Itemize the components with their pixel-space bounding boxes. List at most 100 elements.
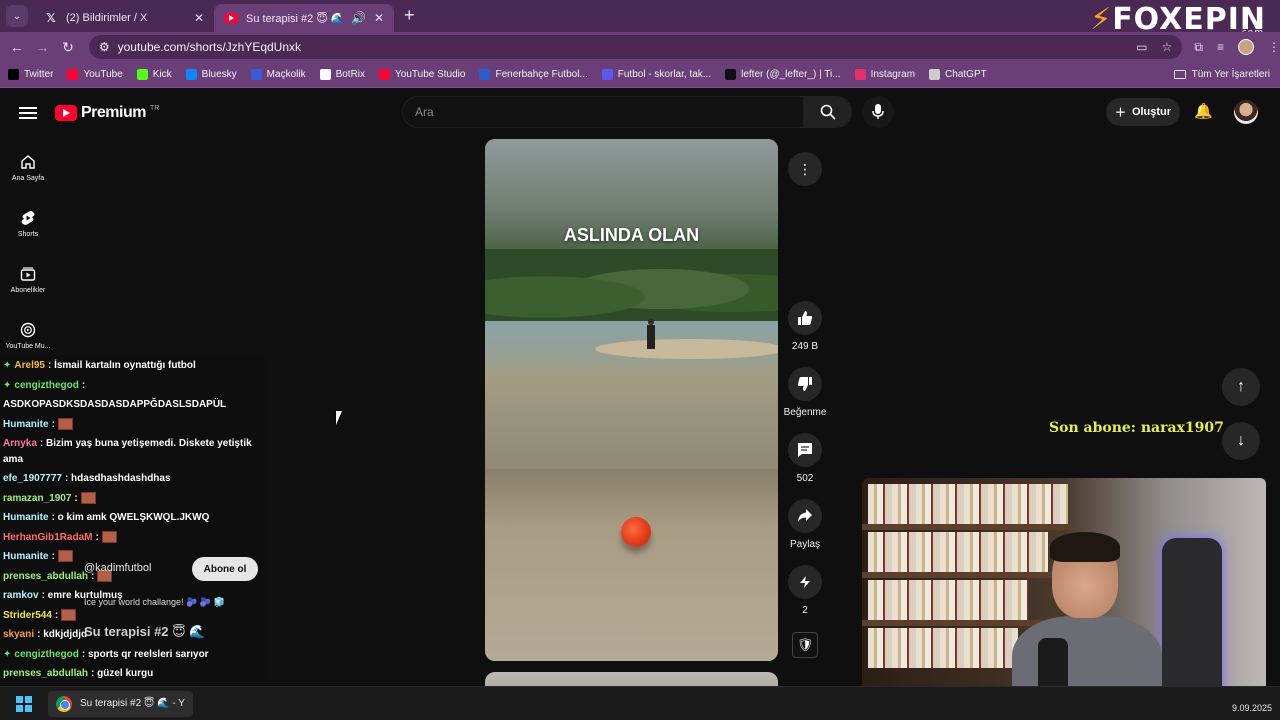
voice-search-button[interactable] <box>862 96 894 128</box>
bookmark-item[interactable]: Twitter <box>8 69 53 80</box>
chat-text: : kdkjdjdjd <box>37 629 88 640</box>
next-short-button[interactable]: ↓ <box>1222 422 1260 460</box>
short-channel-line[interactable]: @kadimfutbol <box>84 562 151 574</box>
bookmark-item[interactable]: Instagram <box>854 69 915 80</box>
browser-menu-icon[interactable]: ⋮ <box>1268 40 1280 54</box>
short-video-player[interactable]: ASLINDA OLAN <box>485 139 778 661</box>
chat-username: cengizthegod <box>14 648 79 660</box>
chat-emote <box>57 550 73 563</box>
sidebar-item-label: YouTube Mu... <box>5 343 51 350</box>
bookmark-item[interactable]: YouTube <box>67 69 123 80</box>
chat-username: Strider544 <box>3 609 52 621</box>
chat-username: prenses_abdullah <box>3 668 89 679</box>
sidebar-item-label: Abonelikler <box>10 287 46 294</box>
chat-badge-icon: ✦ <box>3 360 12 371</box>
chat-username: Arnyka <box>3 438 37 449</box>
short-music[interactable]: Ice your world challange! 🫐 🫐 🧊 <box>84 597 225 608</box>
bookmark-favicon-icon <box>67 69 79 80</box>
account-avatar[interactable] <box>1234 100 1258 124</box>
channel-name[interactable]: @kadimfutbol <box>84 562 151 574</box>
bookmark-item[interactable]: Maçkolik <box>250 69 306 80</box>
chat-username: ramazan_1907 <box>3 492 72 504</box>
back-arrow-icon[interactable]: ← <box>4 39 30 55</box>
taskbar-chrome-window[interactable]: Su terapisi #2 😇 🌊 - Y <box>48 690 193 717</box>
sidebar-item-subscriptions[interactable]: Abonelikler <box>0 252 56 308</box>
subscribe-button[interactable]: Abone ol <box>192 557 258 581</box>
audio-playing-icon[interactable]: 🔊 <box>351 11 366 25</box>
sidebar-item-home[interactable]: Ana Sayfa <box>0 140 56 196</box>
bookmark-label: lefter (@_lefter_) | Ti... <box>741 69 841 80</box>
bookmark-favicon-icon <box>725 69 737 80</box>
menu-icon[interactable] <box>19 107 37 119</box>
bookmark-item[interactable]: Kick <box>136 69 172 80</box>
chat-message: ✦ Arel95: İsmail kartalın oynattığı futbo… <box>3 356 263 376</box>
notifications-bell-icon[interactable]: 🔔 <box>1194 102 1213 120</box>
chat-message-continuation: ASDKOPASDKSDASDASDAPPĞDASLSDAPÜL <box>3 399 227 410</box>
chat-text: : İsmail kartalın oynattığı futbol <box>47 360 196 371</box>
chat-username: HerhanGib1RadaM <box>3 531 93 543</box>
previous-short-button[interactable]: ↑ <box>1222 368 1260 406</box>
reload-icon[interactable]: ↻ <box>55 39 81 56</box>
bookmark-item[interactable]: ChatGPT <box>929 69 987 80</box>
cast-icon[interactable]: ▭ <box>1136 40 1147 54</box>
new-tab-button[interactable]: + <box>404 5 415 26</box>
more-vert-icon: ⋮ <box>798 160 812 177</box>
arrow-down-icon: ↓ <box>1237 432 1245 449</box>
youtube-header: Premium TR Ara ＋ Oluştur 🔔 <box>0 90 1280 136</box>
bookmark-item[interactable]: BotRix <box>319 69 365 80</box>
tab-x-notifications[interactable]: 𝕏 (2) Bildirimler / X ✕ <box>34 4 214 32</box>
share-button[interactable]: Paylaş <box>782 499 828 550</box>
bookmark-item[interactable]: lefter (@_lefter_) | Ti... <box>725 69 841 80</box>
chat-text: : güzel kurgu <box>91 668 154 679</box>
comment-icon <box>798 443 812 457</box>
chat-emote <box>101 530 117 543</box>
youtube-premium-logo[interactable]: Premium TR <box>55 104 159 122</box>
close-tab-icon[interactable]: ✕ <box>194 11 204 25</box>
tab-search-button[interactable]: ⌄ <box>6 5 28 27</box>
all-bookmarks[interactable]: Tüm Yer İşaretleri <box>1173 69 1270 80</box>
search-input[interactable]: Ara <box>402 96 804 128</box>
close-tab-icon[interactable]: ✕ <box>374 11 384 25</box>
dislike-button[interactable]: Beğenme <box>782 367 828 418</box>
share-icon <box>798 509 812 522</box>
chat-badge-icon: ✦ <box>3 648 12 660</box>
tab-youtube-short[interactable]: Su terapisi #2 😇 🌊 - YouT 🔊 ✕ <box>214 4 394 32</box>
search-placeholder: Ara <box>415 105 434 119</box>
bookmark-star-icon[interactable]: ☆ <box>1162 40 1173 54</box>
chrome-icon <box>56 695 72 712</box>
bookmark-item[interactable]: YouTube Studio <box>379 69 465 80</box>
forward-arrow-icon[interactable]: → <box>30 39 56 55</box>
profile-avatar[interactable] <box>1238 39 1254 55</box>
bookmark-item[interactable]: Bluesky <box>185 69 237 80</box>
bookmark-item[interactable]: Futbol - skorlar, tak... <box>601 69 711 80</box>
subscriptions-icon <box>20 267 36 281</box>
create-button[interactable]: ＋ Oluştur <box>1106 98 1180 126</box>
bookmark-item[interactable]: Fenerbahçe Futbol... <box>479 69 588 80</box>
home-icon <box>21 155 35 169</box>
media-controls-icon[interactable]: ≡ <box>1217 40 1224 54</box>
search-icon <box>820 104 836 120</box>
windows-start-icon[interactable] <box>16 695 32 712</box>
logo-region: TR <box>149 104 160 112</box>
x-logo-icon: 𝕏 <box>46 11 56 25</box>
url-text: youtube.com/shorts/JzhYEqdUnxk <box>117 40 302 54</box>
bookmark-label: Twitter <box>24 69 54 80</box>
remix-button[interactable]: 2 <box>782 565 828 616</box>
site-info-icon[interactable]: ⚙ <box>99 40 110 54</box>
thumbs-down-icon <box>797 377 812 391</box>
chat-username: prenses_abdullah <box>3 570 89 582</box>
comments-button[interactable]: 502 <box>782 433 828 484</box>
all-bookmarks-label: Tüm Yer İşaretleri <box>1191 69 1270 80</box>
search-button[interactable] <box>804 96 852 128</box>
video-caption: ASLINDA OLAN <box>563 225 700 245</box>
webcam-overlay <box>862 478 1266 706</box>
chat-message: Humanite: <box>3 415 263 435</box>
like-button[interactable]: 249 B <box>782 301 828 352</box>
chat-username: cengizthegod <box>14 379 79 391</box>
address-bar[interactable]: ⚙ youtube.com/shorts/JzhYEqdUnxk ▭ ☆ <box>88 35 1183 59</box>
extensions-icon[interactable]: ⧉ <box>1194 40 1203 55</box>
browser-tab-strip: ⌄ 𝕏 (2) Bildirimler / X ✕ Su terapisi #2… <box>0 0 1280 38</box>
channel-thumbnail[interactable]: 🛡 <box>792 632 818 658</box>
sidebar-item-shorts[interactable]: Shorts <box>0 196 56 252</box>
more-options-button[interactable]: ⋮ <box>788 152 822 186</box>
